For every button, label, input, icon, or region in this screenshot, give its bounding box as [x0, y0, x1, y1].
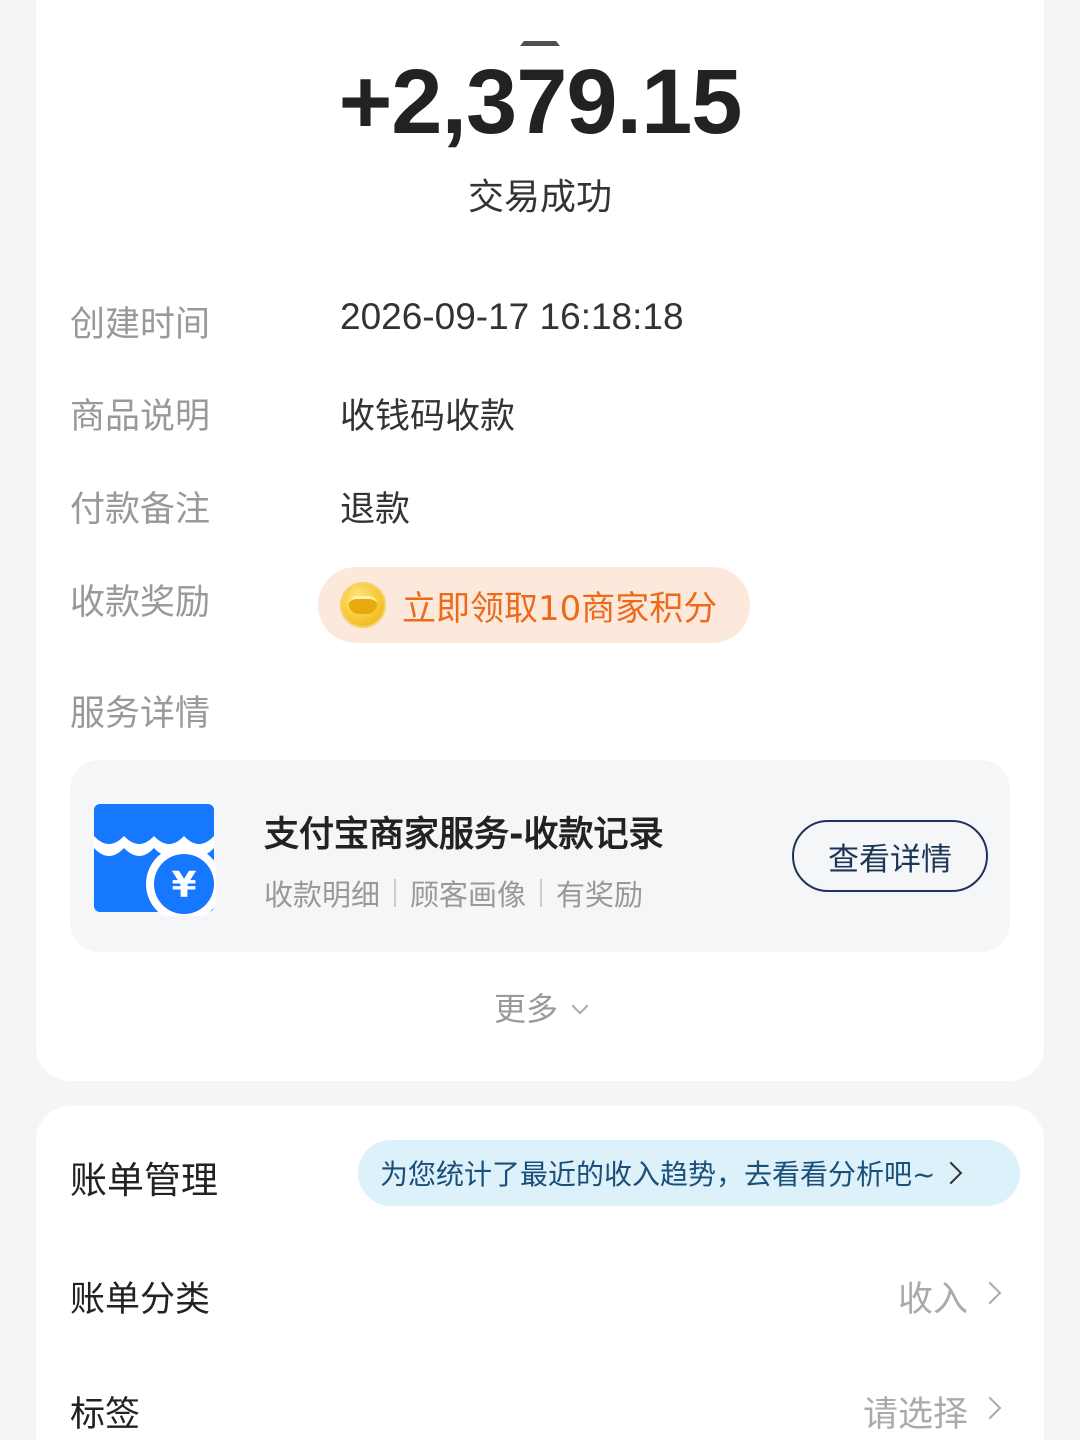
svg-text:¥: ¥ [171, 865, 196, 906]
payment-remark-label: 付款备注 [70, 490, 211, 530]
income-trend-tip[interactable]: 为您统计了最近的收入趋势，去看看分析吧~ [358, 1140, 1020, 1206]
reward-label: 收款奖励 [70, 583, 211, 623]
product-desc-label: 商品说明 [70, 397, 211, 437]
claim-points-label: 立即领取10商家积分 [402, 588, 718, 629]
service-title: 支付宝商家服务-收款记录 [264, 815, 664, 855]
more-label: 更多 [493, 990, 558, 1028]
service-sub-item: 收款明细 [264, 878, 381, 912]
merchant-service-card[interactable]: ¥ 支付宝商家服务-收款记录 收款明细 顾客画像 有奖励 查看详情 [70, 760, 1010, 952]
transaction-amount: +2,379.15 [338, 51, 743, 153]
tag-label: 标签 [70, 1395, 141, 1435]
claim-points-button[interactable]: 立即领取10商家积分 [318, 567, 750, 643]
bill-management-label: 账单管理 [70, 1159, 218, 1202]
service-sub-item: 顾客画像 [410, 878, 527, 912]
product-desc-value: 收钱码收款 [340, 397, 516, 437]
payment-remark-value: 退款 [340, 490, 411, 530]
divider [540, 879, 543, 907]
more-toggle[interactable]: 更多 [0, 984, 1080, 1030]
service-sub-item: 有奖励 [556, 878, 644, 912]
bill-category-label: 账单分类 [70, 1280, 211, 1320]
chevron-right-icon [940, 1161, 963, 1185]
merchant-avatar-partial [520, 34, 560, 46]
created-time-label: 创建时间 [70, 305, 211, 345]
created-time-value: 2026-09-17 16:18:18 [340, 296, 684, 337]
service-details-label: 服务详情 [70, 694, 211, 734]
income-trend-tip-text: 为您统计了最近的收入趋势，去看看分析吧~ [380, 1158, 936, 1191]
tag-select-value[interactable]: 请选择 [863, 1386, 968, 1437]
transaction-status: 交易成功 [467, 177, 612, 218]
bill-category-value[interactable]: 收入 [898, 1271, 968, 1322]
service-sub-items: 收款明细 顾客画像 有奖励 [264, 872, 643, 914]
gold-coin-icon [340, 582, 386, 628]
divider [394, 879, 397, 907]
view-details-button[interactable]: 查看详情 [792, 820, 988, 892]
chevron-down-icon [571, 997, 589, 1015]
shop-yuan-icon: ¥ [94, 804, 216, 916]
